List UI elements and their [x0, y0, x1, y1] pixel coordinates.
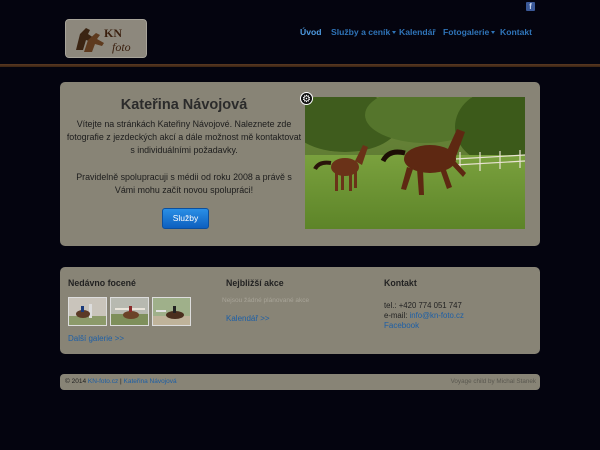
- recent-title: Nedávno focené: [68, 278, 136, 288]
- footer-name-link[interactable]: Kateřina Návojová: [124, 378, 177, 385]
- contact-title: Kontakt: [384, 278, 417, 288]
- nav-fotogalerie-label: Fotogalerie: [443, 27, 490, 37]
- footer-credit: Voyage child by Michal Stanek: [450, 378, 536, 385]
- gear-icon[interactable]: ⚙: [300, 92, 313, 105]
- hero-panel: Kateřina Návojová Vítejte na stránkách K…: [60, 82, 540, 246]
- chevron-down-icon: [392, 31, 397, 35]
- events-empty-text: Nejsou žádné plánované akce: [222, 297, 310, 304]
- services-button[interactable]: Služby: [162, 208, 209, 229]
- page-title: Kateřina Návojová: [120, 97, 248, 113]
- facebook-icon[interactable]: f: [526, 2, 535, 11]
- nav-uvod[interactable]: Úvod: [300, 27, 321, 37]
- hero-second: Pravidelně spolupracuji s médii od roku …: [76, 171, 292, 195]
- nav-kalendar[interactable]: Kalendář: [399, 27, 436, 37]
- hero-horse-photo: [305, 97, 525, 229]
- gallery-thumb[interactable]: [110, 297, 149, 326]
- nav-sluzby[interactable]: Služby a ceník: [331, 27, 397, 37]
- nav-kontakt[interactable]: Kontakt: [500, 27, 532, 37]
- calendar-link[interactable]: Kalendář >>: [226, 314, 270, 323]
- events-title: Nejbližší akce: [226, 278, 284, 288]
- hero-intro: Vítejte na stránkách Kateřiny Návojové. …: [66, 119, 302, 156]
- site-logo[interactable]: KN foto: [65, 19, 147, 58]
- footer-copy: © 2014: [65, 378, 88, 385]
- nav-fotogalerie[interactable]: Fotogalerie: [443, 27, 496, 37]
- footer-site-link[interactable]: KN-foto.cz: [88, 378, 118, 385]
- chevron-down-icon: [491, 31, 496, 35]
- svg-text:KN: KN: [104, 26, 122, 40]
- nav-sluzby-label: Služby a ceník: [331, 27, 391, 37]
- footer-copyright: © 2014 KN-foto.cz | Kateřina Návojová: [65, 378, 177, 385]
- contact-phone: tel.: +420 774 051 747: [384, 301, 462, 310]
- more-galleries-link[interactable]: Další galerie >>: [68, 334, 124, 343]
- info-panel: Nedávno focené Další galerie >> Nejbližš…: [60, 267, 540, 354]
- svg-text:foto: foto: [112, 40, 131, 54]
- hero-text: Vítejte na stránkách Kateřiny Návojové. …: [66, 118, 302, 197]
- footer: © 2014 KN-foto.cz | Kateřina Návojová Vo…: [60, 374, 540, 390]
- header-divider: [0, 64, 600, 67]
- contact-facebook-link[interactable]: Facebook: [384, 321, 419, 330]
- contact-email-row: e-mail: info@kn-foto.cz: [384, 311, 464, 322]
- gallery-thumb[interactable]: [152, 297, 191, 326]
- contact-email-link[interactable]: info@kn-foto.cz: [410, 311, 464, 320]
- gallery-thumb[interactable]: [68, 297, 107, 326]
- contact-email-label: e-mail:: [384, 311, 410, 320]
